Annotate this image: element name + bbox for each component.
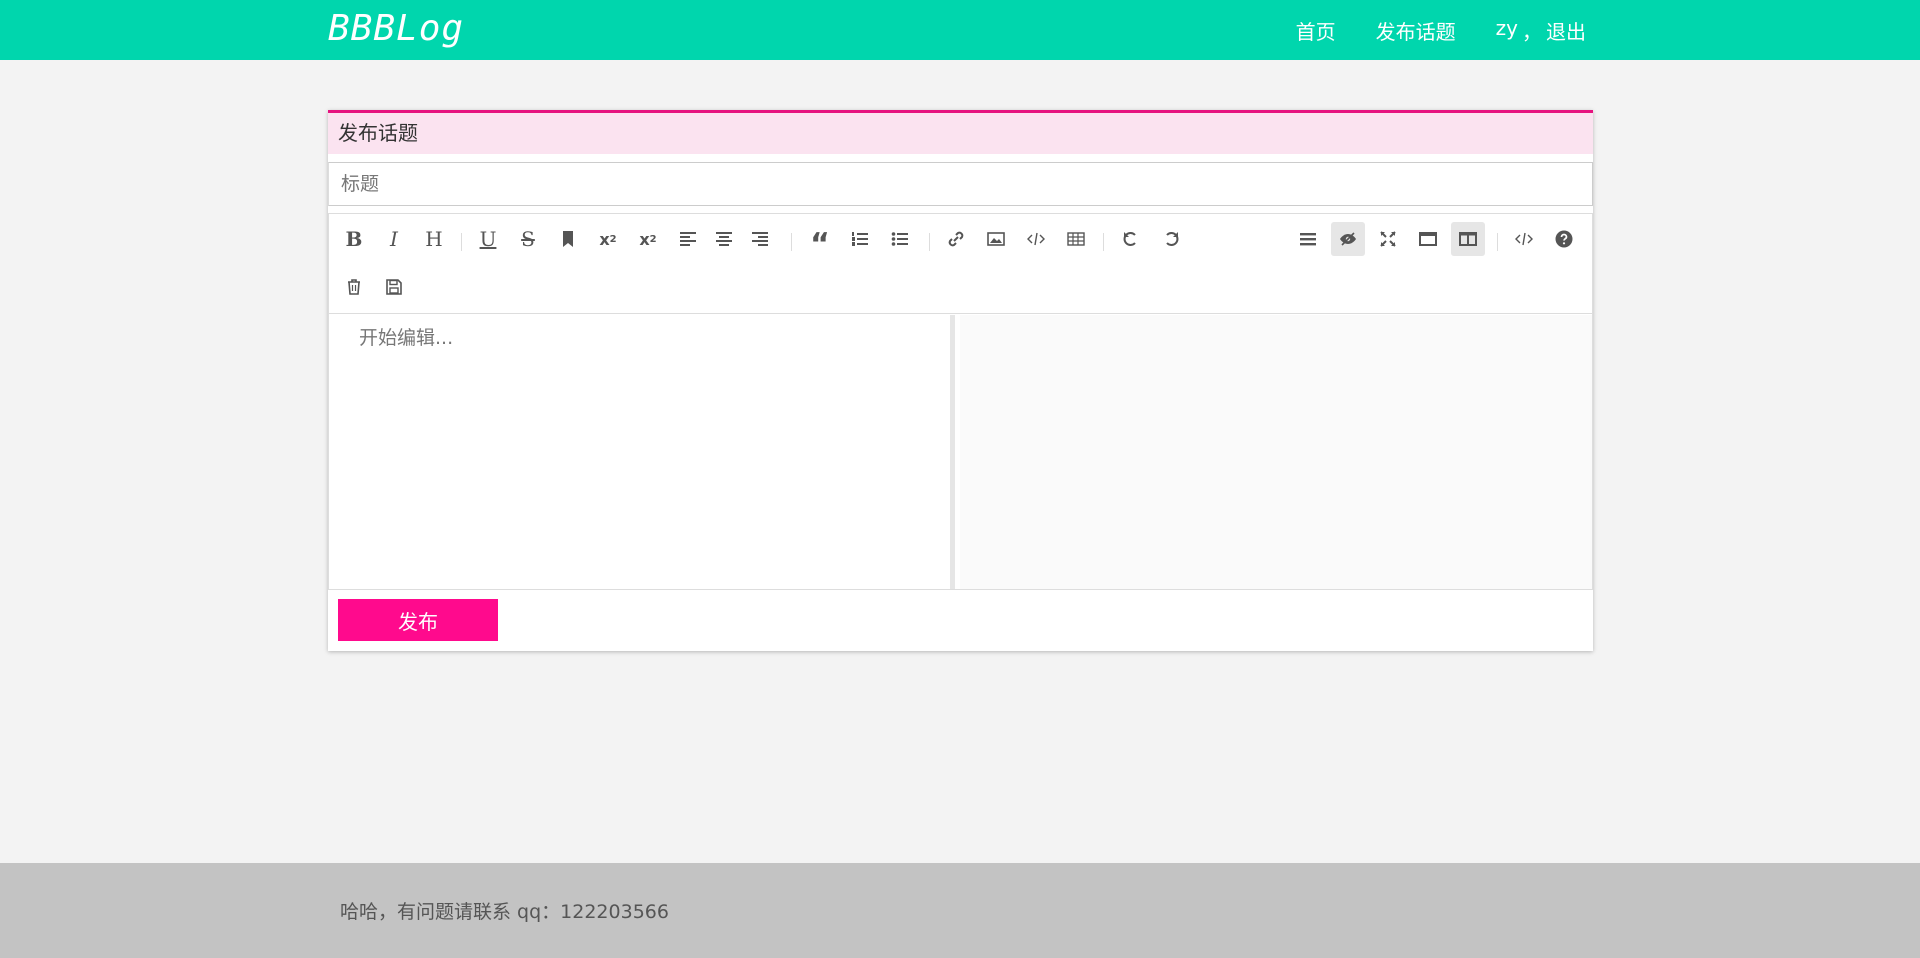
link-icon[interactable] (939, 222, 973, 256)
subscript-icon[interactable]: x2 (631, 222, 665, 256)
page-footer: 哈哈，有问题请联系 qq：122203566 (0, 863, 1920, 958)
publish-button[interactable]: 发布 (338, 599, 498, 641)
navigation-icon[interactable] (1291, 222, 1325, 256)
markdown-editor: B I H U S x2 x2 “ 开始编辑... (328, 213, 1593, 590)
unordered-list-icon[interactable] (883, 222, 917, 256)
editor-preview-area (960, 315, 1592, 589)
heading-icon[interactable]: H (417, 222, 451, 256)
help-icon[interactable] (1547, 222, 1581, 256)
undo-icon[interactable] (1114, 222, 1148, 256)
fullscreen-window-icon[interactable] (1411, 222, 1445, 256)
preview-toggle-icon[interactable] (1331, 222, 1365, 256)
align-center-icon[interactable] (707, 222, 741, 256)
user-separator: ， (1522, 19, 1542, 44)
split-view-icon[interactable] (1451, 222, 1485, 256)
user-menu: zy ， 退出 (1496, 16, 1586, 45)
redo-icon[interactable] (1154, 222, 1188, 256)
top-navbar: BBBLog 首页 发布话题 zy ， 退出 (0, 0, 1920, 60)
site-logo[interactable]: BBBLog (328, 4, 464, 54)
bold-icon[interactable]: B (337, 222, 371, 256)
strikethrough-icon[interactable]: S (511, 222, 545, 256)
panel-heading: 发布话题 (328, 110, 1593, 154)
image-icon[interactable] (979, 222, 1013, 256)
editor-toolbar: B I H U S x2 x2 “ (329, 214, 1592, 314)
footer-contact-text: 哈哈，有问题请联系 qq：122203566 (340, 901, 669, 923)
logout-link[interactable]: 退出 (1546, 16, 1586, 45)
html-code-icon[interactable] (1507, 222, 1541, 256)
italic-icon[interactable]: I (377, 222, 411, 256)
toolbar-divider (461, 233, 462, 251)
toolbar-divider (791, 233, 792, 251)
user-name-link[interactable]: zy (1496, 16, 1518, 45)
nav-publish-topic-link[interactable]: 发布话题 (1376, 16, 1456, 45)
superscript-icon[interactable]: x2 (591, 222, 625, 256)
align-right-icon[interactable] (743, 222, 777, 256)
editor-write-area[interactable]: 开始编辑... (329, 315, 955, 589)
underline-icon[interactable]: U (471, 222, 505, 256)
code-icon[interactable] (1019, 222, 1053, 256)
title-input[interactable] (329, 163, 1592, 205)
toolbar-divider (929, 233, 930, 251)
nav-home-link[interactable]: 首页 (1296, 16, 1336, 45)
ordered-list-icon[interactable] (843, 222, 877, 256)
toolbar-divider (1497, 233, 1498, 251)
quote-icon[interactable]: “ (803, 222, 837, 260)
title-field-wrapper (328, 162, 1593, 206)
nav-links: 首页 发布话题 zy ， 退出 (1256, 0, 1586, 60)
toolbar-row-1: B I H U S x2 x2 “ (329, 222, 1592, 262)
publish-topic-panel: 发布话题 B I H U S x2 x2 (328, 110, 1593, 651)
fullscreen-icon[interactable] (1371, 222, 1405, 256)
toolbar-divider (1103, 233, 1104, 251)
table-icon[interactable] (1059, 222, 1093, 256)
align-left-icon[interactable] (671, 222, 705, 256)
save-icon[interactable] (377, 270, 411, 304)
toolbar-row-2 (329, 270, 1592, 310)
trash-icon[interactable] (337, 270, 371, 304)
bookmark-icon[interactable] (551, 222, 585, 256)
